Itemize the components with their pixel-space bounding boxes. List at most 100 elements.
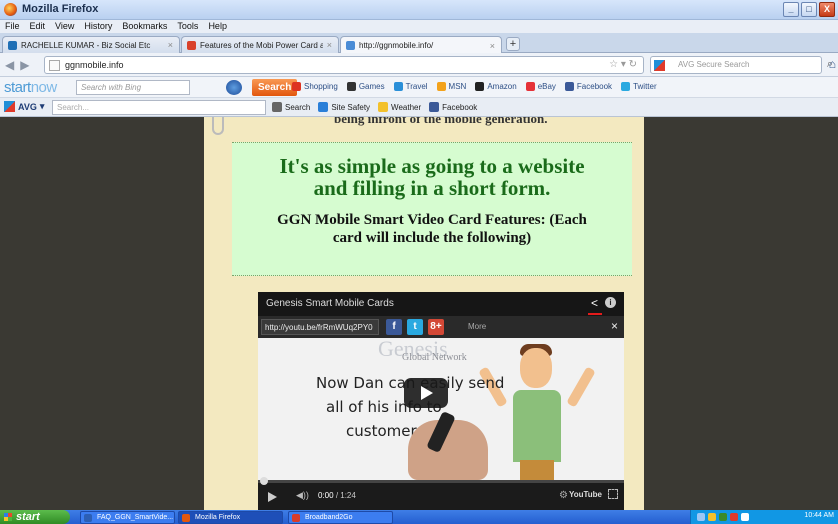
share-link-field[interactable]: http://youtu.be/frRmWUq2PY0 [261,319,379,335]
menu-history[interactable]: History [84,20,112,33]
url-bar[interactable]: ggnmobile.info ☆ ▾ ↻ [44,56,644,74]
video-progress-bar[interactable] [258,477,624,485]
facebook-icon [429,102,440,112]
avg-facebook-link[interactable]: Facebook [429,102,477,112]
travel-link[interactable]: Travel [393,82,428,91]
msn-link[interactable]: MSN [436,82,466,91]
page-viewport: being infront of the mobile generation. … [0,117,838,510]
more-share-button[interactable]: More [468,322,486,331]
facebook-link[interactable]: Facebook [564,82,612,91]
tab-close-icon[interactable]: × [490,41,495,51]
tab-rachelle-kumar[interactable]: RACHELLE KUMAR - Biz Social Etc × [2,36,180,53]
menu-tools[interactable]: Tools [177,20,198,33]
search-engine-icon[interactable] [226,80,242,95]
clipped-heading: being infront of the mobile generation. [334,117,548,126]
menu-bookmarks[interactable]: Bookmarks [122,20,167,33]
taskbar-item-faq[interactable]: FAQ_GGN_SmartVide... [80,511,175,524]
video-time: 0:00 / 1:24 [318,491,356,500]
info-icon[interactable]: i [605,297,616,308]
bookmark-star-icon[interactable]: ☆ ▾ ↻ [609,59,637,70]
startnow-search-button[interactable]: Search [252,79,298,96]
forward-arrow-icon[interactable]: ▶ [20,58,29,72]
tab-ggnmobile[interactable]: http://ggnmobile.info/ × [340,36,502,54]
menu-edit[interactable]: Edit [30,20,46,33]
progress-handle[interactable] [260,477,268,485]
site-identity-icon[interactable] [49,60,60,71]
travel-icon [393,82,403,91]
settings-gear-icon[interactable]: ⚙ [559,490,568,501]
google-plus-share-button[interactable]: 8+ [428,319,444,335]
twitter-share-button[interactable]: t [407,319,423,335]
games-link[interactable]: Games [346,82,385,91]
start-button[interactable]: start [0,510,70,524]
video-frame[interactable]: Genesis Global Network Now Dan can easil… [258,336,624,480]
brand-subtitle: Global Network [402,352,467,363]
avg-search-input[interactable]: Search... [52,100,266,115]
avg-logo[interactable]: AVG ▾ [4,101,44,112]
cartoon-legs [520,460,554,480]
search-bar[interactable]: AVG Secure Search ⌕ [650,56,833,74]
tab-strip: RACHELLE KUMAR - Biz Social Etc × Featur… [0,33,838,54]
tab-close-icon[interactable]: × [327,40,332,50]
youtube-logo[interactable]: YouTube [569,490,602,499]
menu-help[interactable]: Help [208,20,227,33]
volume-tray-icon[interactable] [741,513,749,521]
fullscreen-icon[interactable] [608,489,618,499]
youtube-video-player[interactable]: Genesis Smart Mobile Cards < i http://yo… [258,292,624,510]
cartoon-head [520,348,552,388]
twitter-link[interactable]: Twitter [621,82,657,91]
security-icon[interactable] [708,513,716,521]
home-icon[interactable]: ⌂ [829,57,836,71]
content-column: being infront of the mobile generation. … [204,117,644,510]
cartoon-body [513,390,561,462]
site-safety-link[interactable]: Site Safety [318,102,370,112]
facebook-share-button[interactable]: f [386,319,402,335]
system-clock: 10:44 AM [804,512,834,519]
broadband-icon [292,514,300,522]
menu-view[interactable]: View [55,20,74,33]
shopping-link[interactable]: Shopping [292,82,338,91]
windows-taskbar: start FAQ_GGN_SmartVide... Mozilla Firef… [0,510,838,524]
video-title[interactable]: Genesis Smart Mobile Cards [266,298,394,309]
search-icon [272,102,282,112]
volume-icon[interactable]: ◀)) [296,490,309,501]
search-placeholder[interactable]: AVG Secure Search [678,60,749,69]
window-controls: _ □ X [783,2,835,17]
share-active-indicator [588,313,602,315]
tab-label: RACHELLE KUMAR - Biz Social Etc [21,40,151,50]
ebay-link[interactable]: eBay [525,82,556,91]
new-tab-button[interactable]: + [506,37,520,51]
taskbar-item-broadband2go[interactable]: Broadband2Go [288,511,393,524]
menu-file[interactable]: File [5,20,20,33]
startnow-links: Shopping Games Travel MSN Amazon eBay Fa… [292,82,657,91]
firefox-icon [182,514,190,522]
play-icon[interactable] [268,492,277,502]
site-safety-icon [318,102,329,112]
update-icon[interactable] [719,513,727,521]
avg-toolbar: AVG ▾ Search... Search Site Safety Weath… [0,98,838,117]
avg-tray-icon[interactable] [730,513,738,521]
network-icon[interactable] [697,513,705,521]
minimize-button[interactable]: _ [783,2,799,17]
amazon-link[interactable]: Amazon [475,82,517,91]
tab-mobi-power-card[interactable]: Features of the Mobi Power Card and W...… [181,36,339,53]
weather-link[interactable]: Weather [378,102,421,112]
share-icon[interactable]: < [591,296,598,310]
back-arrow-icon[interactable]: ◀ [5,58,14,72]
nav-arrows: ◀ ▶ [5,58,29,72]
paperclip-icon [212,117,224,135]
page-headline: It's as simple as going to a website and… [279,154,585,200]
loading-favicon [346,41,355,50]
share-panel: http://youtu.be/frRmWUq2PY0 f t 8+ More … [258,316,624,338]
shopping-icon [292,82,301,91]
bing-search-input[interactable]: Search with Bing [76,80,190,95]
taskbar-item-firefox[interactable]: Mozilla Firefox [178,511,283,524]
tab-close-icon[interactable]: × [168,40,173,50]
startnow-logo[interactable]: startnow [4,79,57,96]
play-button-icon[interactable] [404,378,448,408]
close-share-icon[interactable]: × [611,319,618,333]
url-text[interactable]: ggnmobile.info [65,60,124,70]
maximize-button[interactable]: □ [801,2,817,17]
avg-search-link[interactable]: Search [272,102,310,112]
close-window-button[interactable]: X [819,2,835,17]
